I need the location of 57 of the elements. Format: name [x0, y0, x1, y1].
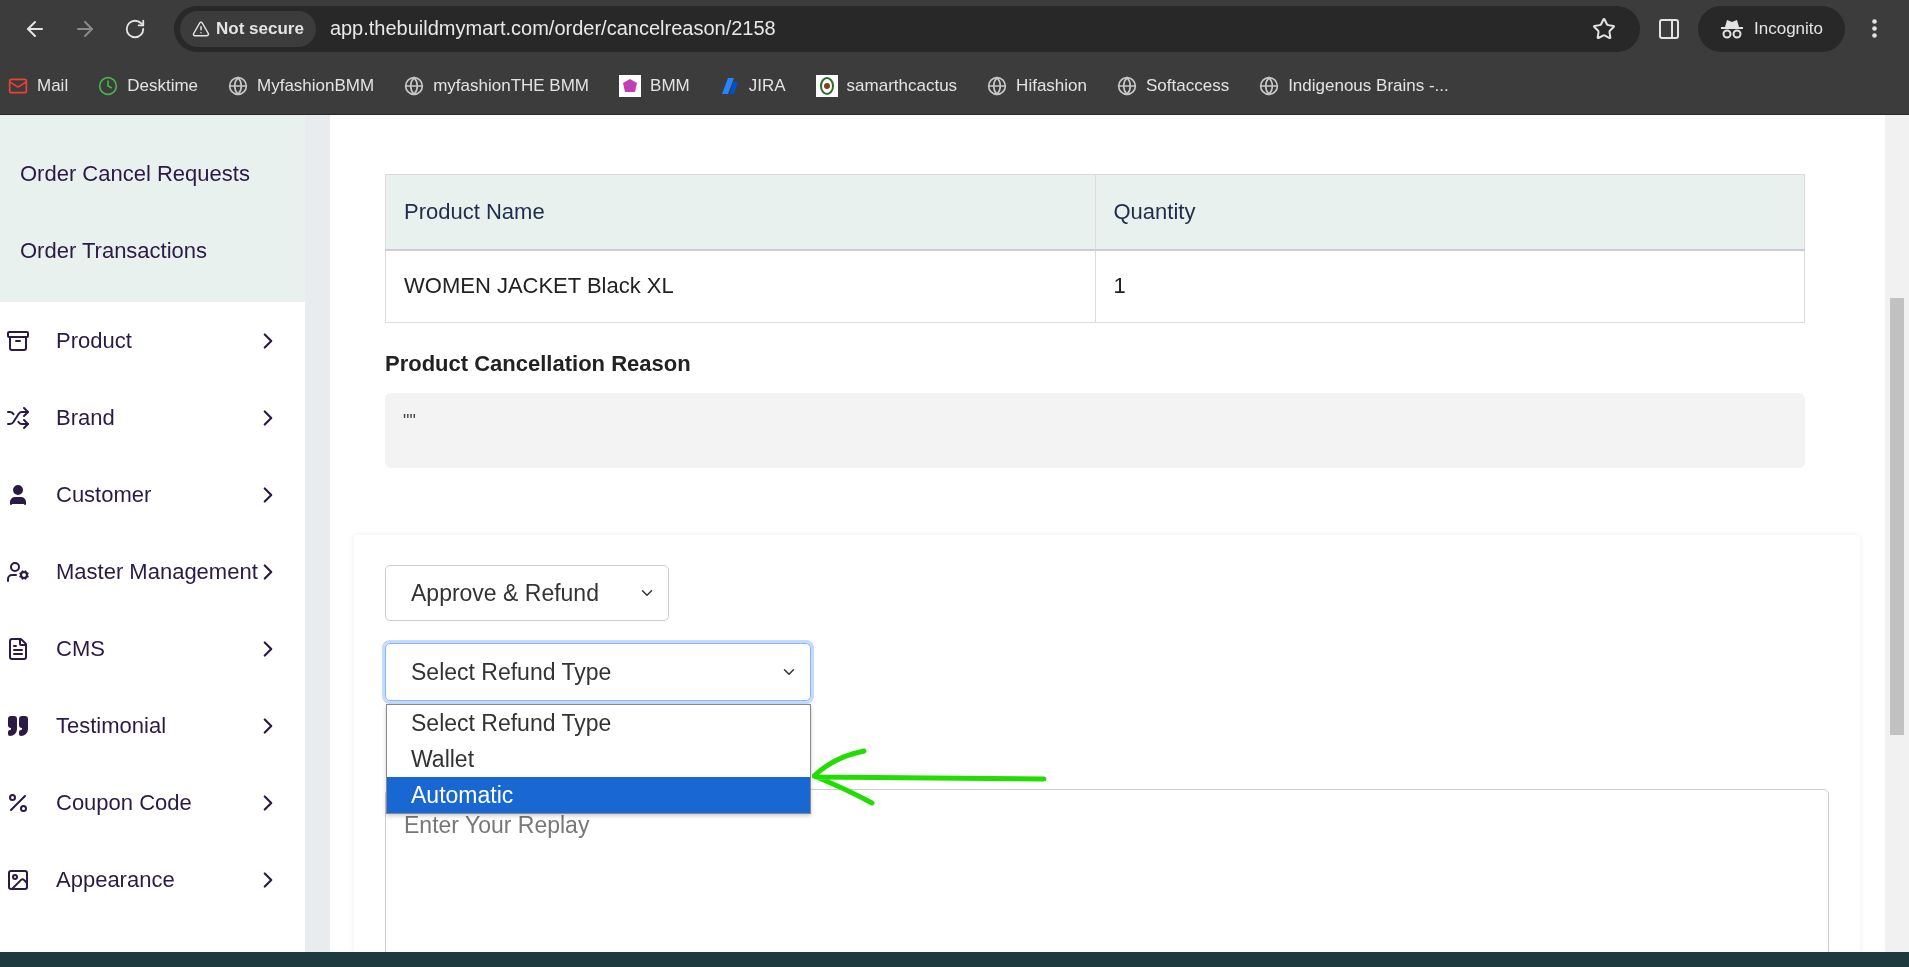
bookmark[interactable]: BMM: [619, 74, 690, 97]
clock-icon: [98, 75, 119, 96]
bookmark[interactable]: MyfashionBMM: [228, 75, 375, 96]
column-header: Product Name: [385, 174, 1095, 250]
dropdown-option[interactable]: Select Refund Type: [387, 705, 810, 741]
side-panel-icon: [1657, 16, 1681, 41]
archive-icon: [6, 328, 30, 353]
sidebar-item[interactable]: Brand: [0, 379, 305, 456]
sidebar-item[interactable]: Product: [0, 302, 305, 379]
star-icon[interactable]: [1592, 16, 1616, 41]
globe-icon: [404, 75, 425, 96]
file-icon: [6, 636, 30, 661]
image-icon: [6, 867, 30, 892]
column-header: Quantity: [1095, 174, 1805, 250]
bookmark[interactable]: myfashionTHE BMM: [404, 75, 590, 96]
sidebar-item[interactable]: Customer: [0, 456, 305, 533]
sidebar-item[interactable]: Testimonial: [0, 687, 305, 764]
bookmark[interactable]: samarthcactus: [815, 74, 958, 97]
more-icon: [1871, 19, 1877, 38]
globe-icon: [987, 75, 1008, 96]
table-cell: 1: [1095, 249, 1805, 323]
dropdown-option[interactable]: Wallet: [387, 741, 810, 777]
globe-icon: [228, 75, 249, 96]
address-bar[interactable]: Not secure app.thebuildmymart.com/order/cancelreason/2158: [174, 5, 1640, 52]
scrollbar[interactable]: [1885, 115, 1909, 952]
url-text: app.thebuildmymart.com/order/cancelreason/2158: [329, 17, 777, 40]
incognito-button[interactable]: Incognito: [1698, 5, 1845, 52]
sidebar-item[interactable]: Appearance: [0, 841, 305, 918]
quote-icon: [6, 713, 30, 738]
incognito-icon: [1720, 17, 1744, 40]
security-chip[interactable]: Not secure: [180, 10, 316, 47]
badge-icon: [815, 74, 838, 97]
warning-icon: [192, 19, 210, 38]
sidebar-item[interactable]: Coupon Code: [0, 764, 305, 841]
bookmark[interactable]: Mail: [8, 75, 69, 96]
sidebar-item[interactable]: CMS: [0, 610, 305, 687]
jira-icon: [719, 75, 740, 96]
globe-icon: [1259, 75, 1280, 96]
user-gear-icon: [6, 559, 30, 584]
submenu-item[interactable]: Order Transactions: [0, 239, 305, 263]
bookmark[interactable]: JIRA: [719, 75, 786, 96]
logo-icon: [619, 74, 642, 97]
shuffle-icon: [6, 405, 30, 430]
reload-icon: [124, 17, 146, 40]
reason-box: "": [385, 393, 1805, 468]
refund-type-select[interactable]: Select Refund Type: [385, 643, 811, 701]
bookmark[interactable]: Softaccess: [1117, 75, 1230, 96]
section-title: Product Cancellation Reason: [385, 351, 692, 377]
bookmark[interactable]: Desktime: [98, 75, 199, 96]
bookmark[interactable]: Indigenous Brains -...: [1259, 75, 1449, 96]
dropdown-option[interactable]: Automatic: [387, 777, 810, 813]
sidebar-item[interactable]: Master Management: [0, 533, 305, 610]
bookmark[interactable]: Hifashion: [987, 75, 1087, 96]
action-select[interactable]: Approve & Refund: [385, 565, 669, 621]
table-cell: WOMEN JACKET Black XL: [385, 249, 1095, 323]
submenu-item[interactable]: Order Cancel Requests: [0, 162, 305, 186]
globe-icon: [1117, 75, 1137, 96]
